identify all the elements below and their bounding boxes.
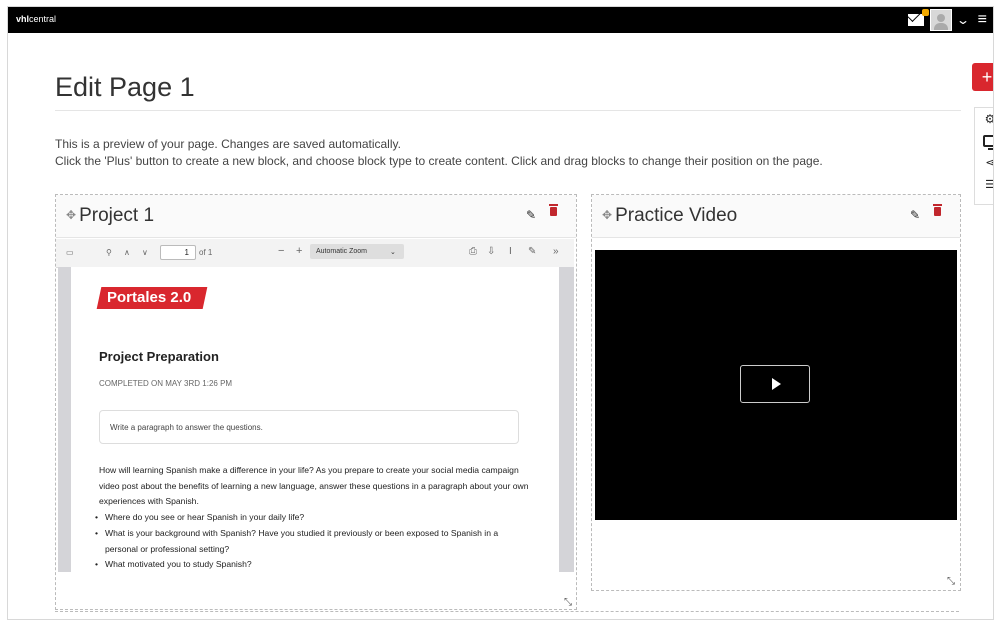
block-header: ✥ Project 1 ✎ [56,195,576,238]
mail-icon[interactable] [907,9,929,26]
pencil-icon[interactable]: ✎ [910,208,920,222]
portales-logo: Portales 2.0 [96,287,208,309]
share-icon[interactable]: ⋖ [975,152,993,174]
answer-box: Write a paragraph to answer the question… [99,410,519,444]
print-icon[interactable]: ⎙ [469,246,477,257]
next-block-outline [55,611,959,622]
pdf-viewer[interactable]: Portales 2.0 Project Preparation COMPLET… [58,267,574,572]
block-header: ✥ Practice Video ✎ [592,195,960,238]
gear-icon[interactable]: ⚙ [975,108,993,130]
pdf-toolbar: ▭ ⚲ ∧ ∨ 1 of 1 − + Automatic Zoom ⌄ ⎙ ⇩ I… [56,239,574,268]
zoom-in-icon[interactable]: + [296,245,302,257]
page-title: Edit Page 1 [55,72,195,102]
pdf-page: Portales 2.0 Project Preparation COMPLET… [71,267,559,572]
notification-badge [921,9,929,16]
page-description: This is a preview of your page. Changes … [55,137,823,168]
resize-handle-icon[interactable]: ⤡ [564,597,572,608]
list-item: What is your background with Spanish? Ha… [95,526,525,557]
search-icon[interactable]: ⚲ [106,248,112,257]
page-number-input[interactable]: 1 [160,245,196,260]
add-block-button[interactable]: + [972,63,993,91]
download-icon[interactable]: ⇩ [487,246,495,257]
sidebar-toggle-icon[interactable]: ▭ [66,248,74,257]
prompt-paragraph: How will learning Spanish make a differe… [99,465,529,506]
zoom-select[interactable]: Automatic Zoom ⌄ [310,244,404,259]
draw-icon[interactable]: ✎ [528,246,536,257]
brand-logo[interactable]: vhlcentral [16,14,56,24]
next-page-icon[interactable]: ∨ [142,248,148,257]
video-player[interactable] [595,250,957,520]
page-count: of 1 [199,248,213,257]
monitor-icon[interactable] [975,130,993,152]
block-title: ✥ Practice Video [602,205,738,226]
drag-handle-icon[interactable]: ✥ [602,208,612,222]
drag-handle-icon[interactable]: ✥ [66,208,76,222]
zoom-out-icon[interactable]: − [278,245,284,257]
side-toolbar: ⚙ ⋖ ☰ [974,107,993,205]
block-project-1[interactable]: ✥ Project 1 ✎ ▭ ⚲ ∧ ∨ 1 of 1 − + Automati… [55,194,577,610]
block-title: ✥ Project 1 [66,205,155,226]
completed-date: COMPLETED ON MAY 3RD 1:26 PM [99,379,233,388]
layers-icon[interactable]: ☰ [975,174,993,196]
chevron-down-icon[interactable]: ⌄ [956,13,970,27]
list-item: Where do you see or hear Spanish in your… [95,510,525,526]
pencil-icon[interactable]: ✎ [526,208,536,222]
previous-page-icon[interactable]: ∧ [124,248,130,257]
list-item: What motivated you to study Spanish? [95,557,525,572]
top-navbar: vhlcentral ⌄ ≡ [8,7,993,33]
menu-icon[interactable]: ≡ [978,11,987,29]
play-icon[interactable] [740,365,810,403]
project-heading: Project Preparation [99,349,219,364]
more-tools-icon[interactable]: » [553,246,559,257]
text-cursor-icon[interactable]: I [509,246,512,257]
app-window: vhlcentral ⌄ ≡ Edit Page 1 This is a pre… [7,6,994,620]
trash-icon[interactable] [933,204,942,216]
divider [55,110,961,111]
trash-icon[interactable] [549,204,558,216]
avatar[interactable] [929,9,952,31]
block-practice-video[interactable]: ✥ Practice Video ✎ ⤡ [591,194,961,591]
resize-handle-icon[interactable]: ⤡ [947,576,955,587]
